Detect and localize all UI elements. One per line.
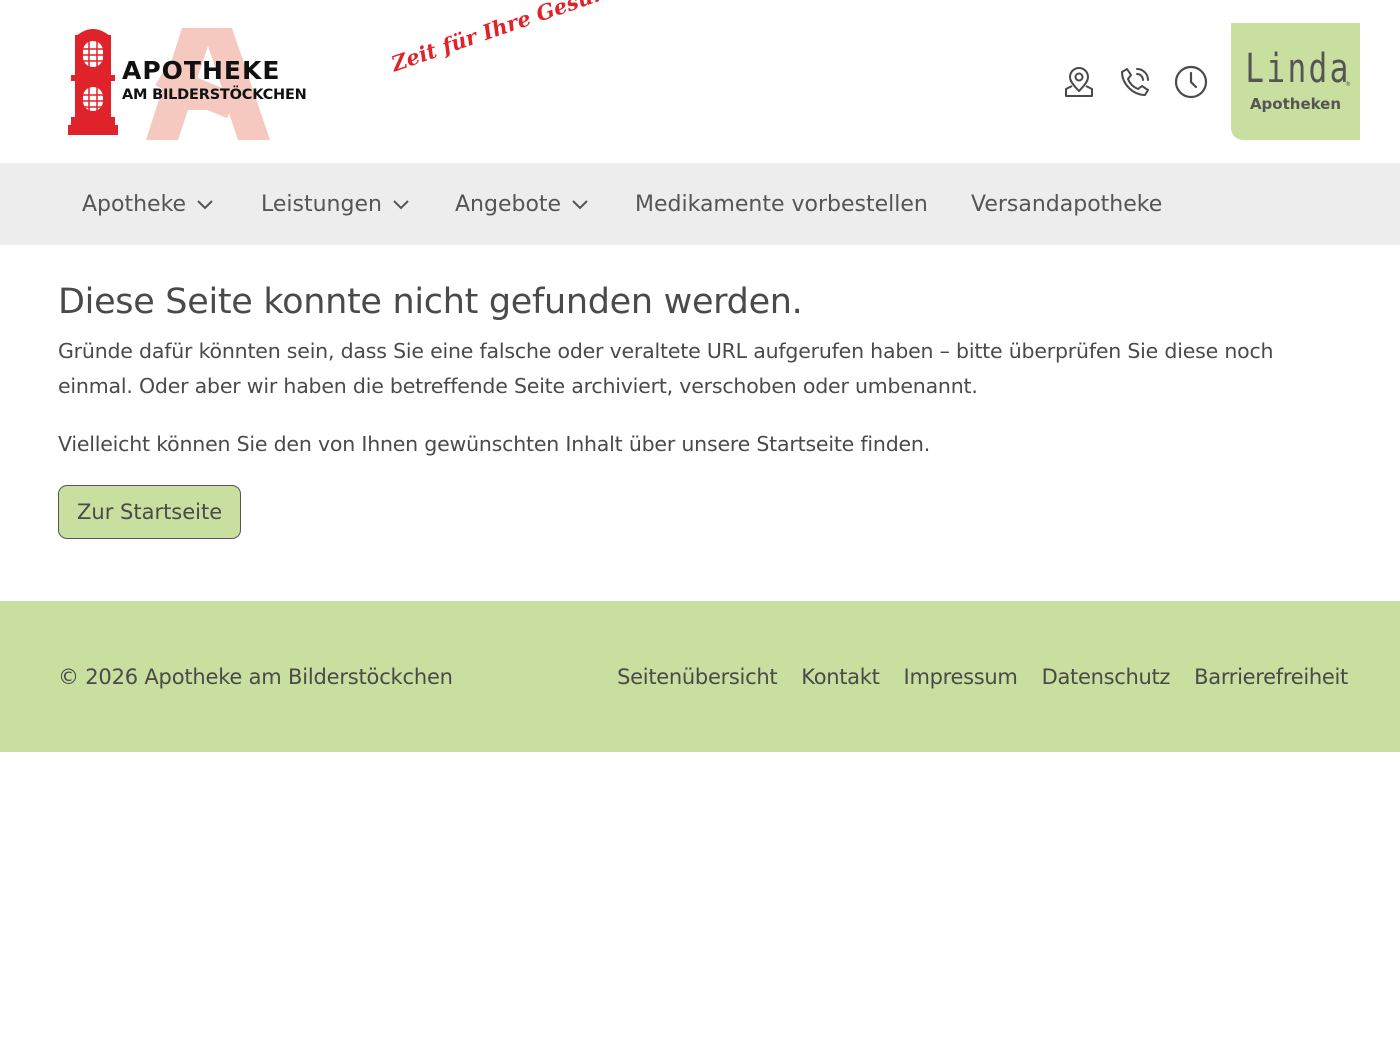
main-content: Diese Seite konnte nicht gefunden werden… [58,280,1348,539]
chevron-down-icon [392,194,412,214]
nav-item-leistungen[interactable]: Leistungen [261,163,412,245]
nav-item-label: Leistungen [261,191,382,217]
nav-item-label: Angebote [455,191,562,217]
logo-subtitle: AM BILDERSTÖCKCHEN [122,87,307,103]
location-icon[interactable] [1059,62,1099,102]
logo-title: APOTHEKE [122,56,281,85]
registered-mark: ® [1345,81,1351,88]
nav-item-label: Versandapotheke [971,191,1163,217]
footer-links: Seitenübersicht Kontakt Impressum Datens… [617,601,1348,752]
linda-partner-logo[interactable]: Linda ® Apotheken [1231,23,1360,140]
startpage-hint: Vielleicht können Sie den von Ihnen gewü… [58,432,931,456]
linda-wordmark: Linda [1245,46,1351,92]
tower-icon [68,29,118,135]
footer-link-sitemap[interactable]: Seitenübersicht [617,665,777,689]
chevron-down-icon [571,194,591,214]
main-navigation: Apotheke Leistungen Angebote Medikamente… [0,163,1400,245]
phone-icon[interactable] [1115,62,1155,102]
nav-item-medikamente-vorbestellen[interactable]: Medikamente vorbestellen [635,163,928,245]
nav-item-angebote[interactable]: Angebote [455,163,591,245]
page-title: Diese Seite konnte nicht gefunden werden… [58,282,803,322]
footer-link-datenschutz[interactable]: Datenschutz [1042,665,1171,689]
nav-item-label: Medikamente vorbestellen [635,191,928,217]
linda-subtitle: Apotheken [1249,95,1342,113]
nav-item-versandapotheke[interactable]: Versandapotheke [971,163,1162,245]
copyright-text: © 2026 Apotheke am Bilderstöckchen [58,664,453,689]
slogan: Zeit für Ihre Gesundheit [387,0,669,77]
pharmacy-logo[interactable]: APOTHEKE AM BILDERSTÖCKCHEN [64,22,354,142]
site-header: APOTHEKE AM BILDERSTÖCKCHEN Zeit für Ihr… [0,0,1400,163]
footer-link-impressum[interactable]: Impressum [904,665,1018,689]
footer-link-kontakt[interactable]: Kontakt [801,665,880,689]
footer-link-barrierefreiheit[interactable]: Barrierefreiheit [1194,665,1348,689]
nav-item-apotheke[interactable]: Apotheke [82,163,216,245]
nav-item-label: Apotheke [82,191,187,217]
home-button[interactable]: Zur Startseite [58,485,242,539]
clock-icon[interactable] [1171,62,1211,102]
site-footer: © 2026 Apotheke am Bilderstöckchen Seite… [0,601,1400,752]
chevron-down-icon [196,194,216,214]
error-explanation: Gründe dafür könnten sein, dass Sie eine… [58,339,1274,398]
